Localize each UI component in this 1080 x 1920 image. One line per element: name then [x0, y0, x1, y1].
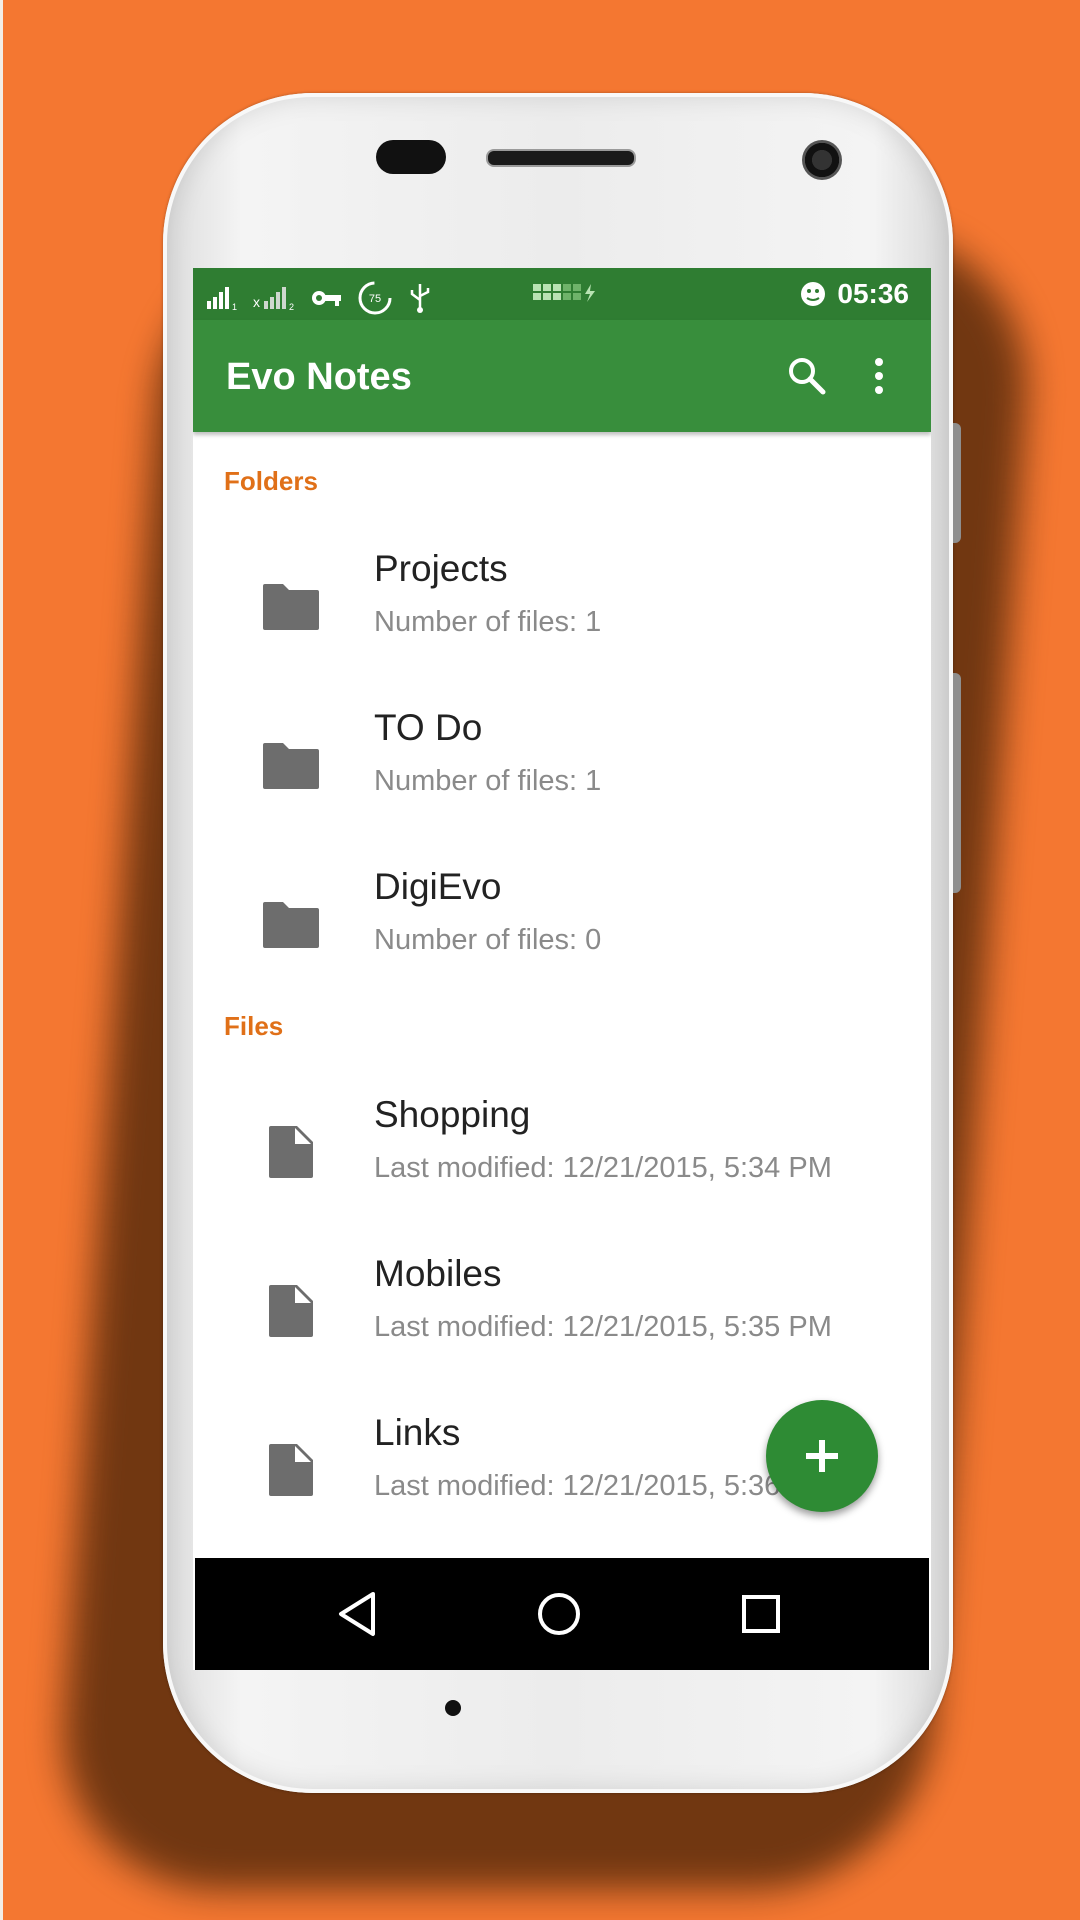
status-time: 05:36 — [797, 278, 909, 310]
notification-icon — [801, 282, 826, 306]
front-camera — [802, 140, 842, 180]
background-edge — [0, 0, 3, 1920]
battery-saver-icon: 75 — [358, 281, 392, 315]
folder-icon — [263, 584, 319, 630]
folder-title: TO Do — [374, 707, 483, 748]
file-title: Mobiles — [374, 1253, 502, 1294]
home-icon — [538, 1593, 580, 1635]
svg-text:75: 75 — [369, 293, 381, 305]
folder-file-count: Number of files: 1 — [374, 606, 602, 638]
file-title: Shopping — [374, 1094, 531, 1135]
back-button[interactable] — [329, 1586, 385, 1642]
file-item-mobiles[interactable]: Mobiles Last modified: 12/21/2015, 5:35 … — [193, 1237, 931, 1387]
file-icon — [269, 1126, 313, 1178]
folder-title: Projects — [374, 548, 508, 589]
folder-icon — [263, 743, 319, 789]
navigation-bar — [195, 1558, 929, 1670]
search-icon — [789, 358, 826, 395]
file-icon — [269, 1285, 313, 1337]
folder-item-digievo[interactable]: DigiEvo Number of files: 0 — [193, 850, 931, 1000]
recents-icon — [742, 1595, 780, 1633]
earpiece-speaker — [486, 149, 636, 167]
more-vert-icon — [875, 358, 883, 394]
storage-icon — [533, 282, 605, 309]
file-title: Links — [374, 1412, 461, 1453]
home-button[interactable] — [531, 1586, 587, 1642]
file-icon — [269, 1444, 313, 1496]
vpn-key-icon — [312, 291, 341, 306]
files-section-title: Files — [224, 1011, 284, 1041]
svg-text:1: 1 — [232, 302, 237, 311]
sensor — [376, 140, 446, 174]
screen: 1 x 2 75 05:36 Evo Notes Folders Project… — [193, 268, 931, 1670]
recents-button[interactable] — [733, 1586, 789, 1642]
folder-item-todo[interactable]: TO Do Number of files: 1 — [193, 691, 931, 841]
back-icon — [339, 1592, 375, 1636]
file-last-modified: Last modified: 12/21/2015, 5:35 PM — [374, 1311, 832, 1343]
svg-text:2: 2 — [289, 302, 294, 311]
folder-file-count: Number of files: 0 — [374, 924, 602, 956]
folder-icon — [263, 902, 319, 948]
svg-text:x: x — [253, 294, 260, 310]
app-title: Evo Notes — [226, 356, 412, 398]
status-bar: 1 x 2 75 05:36 — [193, 268, 931, 320]
file-item-shopping[interactable]: Shopping Last modified: 12/21/2015, 5:34… — [193, 1078, 931, 1228]
add-note-button[interactable] — [766, 1400, 878, 1512]
clock: 05:36 — [837, 278, 909, 309]
signal-icon: 1 — [207, 287, 237, 311]
signal-off-icon: x 2 — [253, 287, 294, 311]
power-button — [953, 423, 961, 543]
folder-title: DigiEvo — [374, 866, 502, 907]
folder-item-projects[interactable]: Projects Number of files: 1 — [193, 532, 931, 682]
usb-icon — [410, 284, 430, 313]
file-last-modified: Last modified: 12/21/2015, 5:34 PM — [374, 1152, 832, 1184]
folder-file-count: Number of files: 1 — [374, 765, 602, 797]
add-icon — [806, 1440, 838, 1472]
microphone-dot — [445, 1700, 461, 1716]
file-last-modified: Last modified: 12/21/2015, 5:36 PM — [374, 1470, 832, 1502]
volume-button — [953, 673, 961, 893]
app-bar: Evo Notes — [193, 320, 931, 432]
more-options-button[interactable] — [853, 350, 905, 402]
status-icons-left: 1 x 2 75 — [205, 280, 433, 316]
search-button[interactable] — [781, 350, 833, 402]
folders-section-title: Folders — [224, 466, 318, 496]
